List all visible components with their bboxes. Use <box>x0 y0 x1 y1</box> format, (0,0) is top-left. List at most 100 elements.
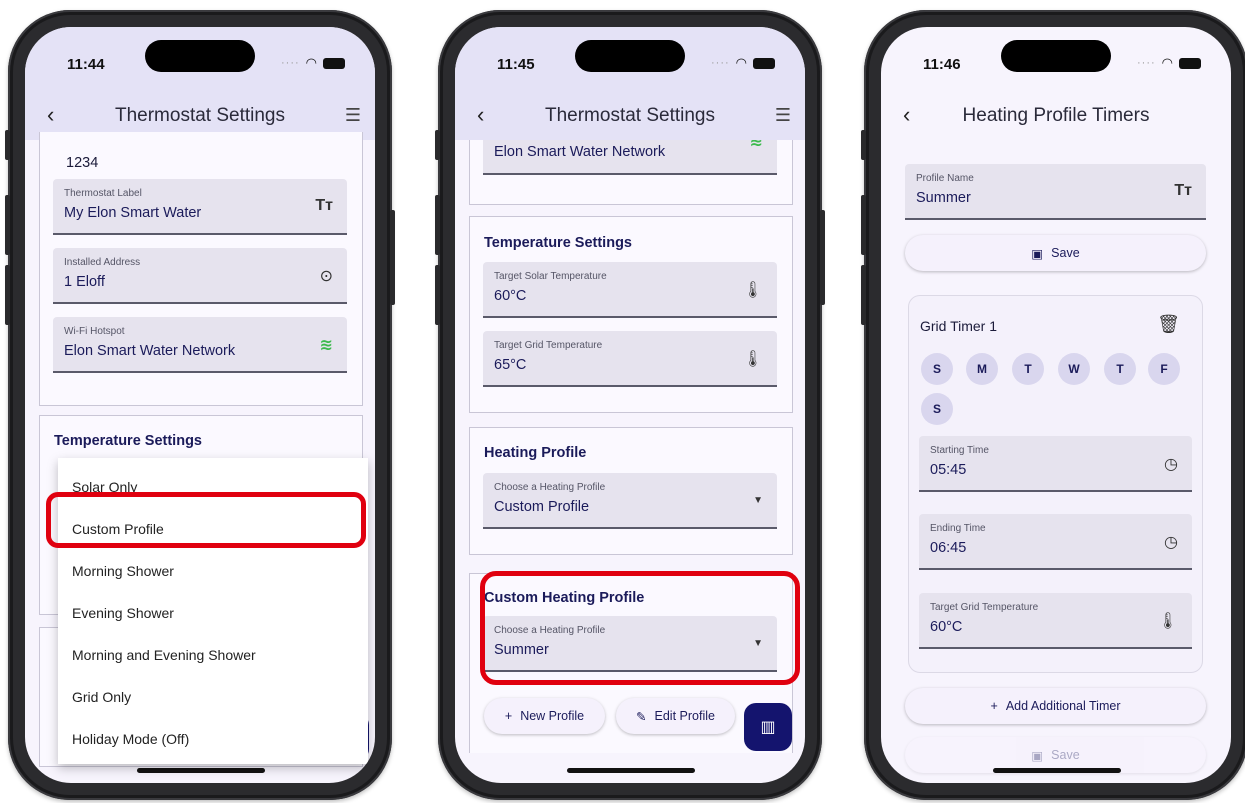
system-icons: ···· ◠ <box>281 55 345 71</box>
dynamic-island <box>575 40 685 72</box>
home-indicator <box>137 768 265 773</box>
page-title: Thermostat Settings <box>544 105 716 126</box>
dynamic-island <box>1001 40 1111 72</box>
day-monday[interactable]: M <box>966 353 998 385</box>
field-value: 05:45 <box>930 462 967 478</box>
chart-icon: ▥ <box>760 719 776 736</box>
wifi-hotspot-field[interactable]: Wi-Fi Hotspot Elon Smart Water Network ≋ <box>53 317 347 373</box>
status-bar: 11:46 ···· ◠ <box>881 27 1231 105</box>
new-profile-button[interactable]: + New Profile <box>484 698 605 734</box>
option-morning-shower[interactable]: Morning Shower <box>72 563 174 579</box>
battery-icon <box>753 57 775 69</box>
system-icons: ···· ◠ <box>1137 55 1201 71</box>
ending-time-field[interactable]: Ending Time 06:45 ◷ <box>919 514 1192 570</box>
clock-icon: ◷ <box>1164 456 1178 473</box>
page-title: Heating Profile Timers <box>962 105 1150 126</box>
status-bar: 11:45 ···· ◠ <box>455 27 805 105</box>
day-thursday[interactable]: T <box>1104 353 1136 385</box>
option-morning-evening-shower[interactable]: Morning and Evening Shower <box>72 647 256 663</box>
pencil-icon: ✎ <box>636 709 647 724</box>
save-button[interactable]: ▣ Save <box>905 235 1206 271</box>
field-value: 65°C <box>494 357 527 373</box>
thermostat-label-field[interactable]: Thermostat Label My Elon Smart Water Tт <box>53 179 347 235</box>
phone-2: Elon Smart Water Network ≋ 11:45 ···· ◠ ‹… <box>435 10 825 800</box>
field-label: Thermostat Label <box>64 188 142 199</box>
status-bar: 11:44 ···· ◠ <box>25 27 375 105</box>
edit-profile-button[interactable]: ✎ Edit Profile <box>616 698 735 734</box>
clock-icon: ◷ <box>1164 534 1178 551</box>
dynamic-island <box>145 40 255 72</box>
screen-heating-profile-timers: 11:46 ···· ◠ ‹ Heating Profile Timers Pro… <box>881 27 1231 783</box>
home-indicator <box>567 768 695 773</box>
dropdown-arrow-icon: ▼ <box>753 495 763 506</box>
field-value: 1 Eloff <box>64 274 105 290</box>
system-icons: ···· ◠ <box>711 55 775 71</box>
page-title: Thermostat Settings <box>114 105 286 126</box>
button-label: New Profile <box>520 709 585 723</box>
starting-time-field[interactable]: Starting Time 05:45 ◷ <box>919 436 1192 492</box>
battery-icon <box>323 57 345 69</box>
card-title: Temperature Settings <box>54 433 202 449</box>
field-value: Elon Smart Water Network <box>494 144 666 160</box>
field-value: 60°C <box>494 288 527 304</box>
location-pin-icon: ⊙ <box>319 268 333 285</box>
app-bar: 11:44 ···· ◠ ‹ Thermostat Settings ☰ <box>25 27 375 140</box>
save-icon: ▣ <box>1031 246 1044 261</box>
option-evening-shower[interactable]: Evening Shower <box>72 605 174 621</box>
button-label: Save <box>1051 246 1080 260</box>
field-label: Choose a Heating Profile <box>494 482 606 493</box>
menu-icon[interactable]: ☰ <box>345 105 361 126</box>
screen-thermostat-dropdown: 11:44 ···· ◠ ‹ Thermostat Settings ☰ 1234… <box>25 27 375 783</box>
grid-temp-field[interactable]: Target Grid Temperature 65°C 🌡︎ <box>483 331 777 387</box>
field-value: Summer <box>916 190 971 206</box>
add-timer-button[interactable]: + Add Additional Timer <box>905 688 1206 724</box>
trash-icon[interactable]: 🗑︎ <box>1157 314 1180 335</box>
field-value: 06:45 <box>930 540 967 556</box>
profile-name-field[interactable]: Profile Name Summer Tт <box>905 164 1206 220</box>
thermometer-icon: 🌡︎ <box>742 282 763 299</box>
app-bar: 11:45 ···· ◠ ‹ Thermostat Settings ☰ <box>455 27 805 140</box>
button-label: Edit Profile <box>654 709 715 723</box>
installed-address-field[interactable]: Installed Address 1 Eloff ⊙ <box>53 248 347 304</box>
target-grid-temp-field[interactable]: Target Grid Temperature 60°C 🌡︎ <box>919 593 1192 649</box>
phone-3: 11:46 ···· ◠ ‹ Heating Profile Timers Pro… <box>861 10 1245 800</box>
day-saturday[interactable]: S <box>921 393 953 425</box>
stats-fab[interactable]: ▥ <box>744 703 792 751</box>
text-icon: Tт <box>315 197 333 214</box>
field-label: Profile Name <box>916 173 974 184</box>
day-tuesday[interactable]: T <box>1012 353 1044 385</box>
field-label: Target Grid Temperature <box>930 602 1039 613</box>
field-label: Starting Time <box>930 445 989 456</box>
option-holiday-mode[interactable]: Holiday Mode (Off) <box>72 731 189 747</box>
field-value: 60°C <box>930 619 963 635</box>
heating-profile-select[interactable]: Choose a Heating Profile Custom Profile … <box>483 473 777 529</box>
menu-icon[interactable]: ☰ <box>775 105 791 126</box>
card-title: Heating Profile <box>484 445 587 461</box>
day-wednesday[interactable]: W <box>1058 353 1090 385</box>
status-time: 11:44 <box>67 56 105 73</box>
wifi-icon: ≋ <box>319 337 333 354</box>
wifi-status-icon: ◠ <box>305 55 317 70</box>
field-label: Installed Address <box>64 257 141 268</box>
highlight-box <box>46 492 366 548</box>
day-sunday[interactable]: S <box>921 353 953 385</box>
plus-icon: + <box>990 699 998 713</box>
day-friday[interactable]: F <box>1148 353 1180 385</box>
thermometer-icon: 🌡︎ <box>1157 613 1178 630</box>
screen-thermostat-custom: Elon Smart Water Network ≋ 11:45 ···· ◠ ‹… <box>455 27 805 783</box>
thermometer-icon: 🌡︎ <box>742 351 763 368</box>
solar-temp-field[interactable]: Target Solar Temperature 60°C 🌡︎ <box>483 262 777 318</box>
status-time: 11:46 <box>923 56 961 73</box>
save-icon: ▣ <box>1031 748 1044 763</box>
status-time: 11:45 <box>497 56 535 73</box>
text-icon: Tт <box>1174 182 1192 199</box>
field-value: Custom Profile <box>494 499 590 515</box>
highlight-box <box>480 571 800 685</box>
button-label: Add Additional Timer <box>1005 699 1121 713</box>
wifi-status-icon: ◠ <box>1161 55 1173 70</box>
field-label: Target Grid Temperature <box>494 340 603 351</box>
wifi-status-icon: ◠ <box>735 55 747 70</box>
home-indicator <box>993 768 1121 773</box>
option-grid-only[interactable]: Grid Only <box>72 689 131 705</box>
phone-1: 11:44 ···· ◠ ‹ Thermostat Settings ☰ 1234… <box>5 10 395 800</box>
